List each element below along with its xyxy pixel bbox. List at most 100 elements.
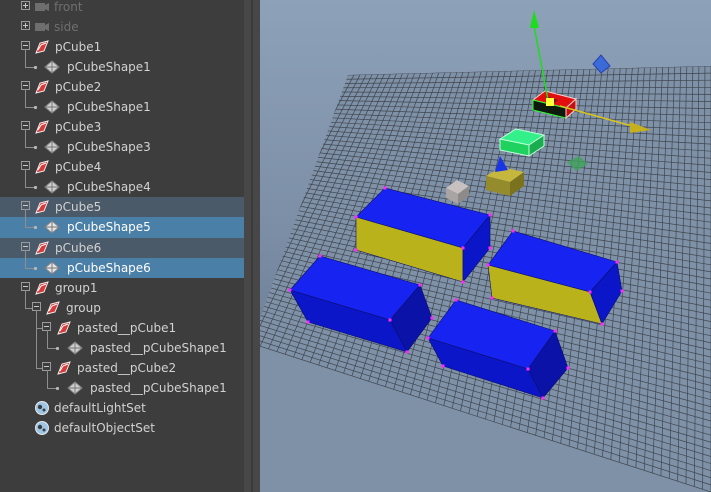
vertex-point[interactable] — [600, 322, 604, 326]
outliner-item-label: defaultLightSet — [54, 401, 146, 415]
mesh-shape-icon — [44, 180, 60, 194]
outliner-item-pcubeshape1-b[interactable]: pCubeShape1 — [0, 89, 244, 117]
vertex-point[interactable] — [566, 366, 570, 370]
mesh-shape-icon — [44, 220, 60, 234]
vertex-point[interactable] — [418, 283, 422, 287]
transform-icon — [35, 160, 49, 174]
panel-splitter[interactable] — [244, 0, 260, 492]
outliner-item-label: pasted__pCube1 — [77, 321, 177, 335]
outliner-item-label: pCube3 — [55, 120, 102, 134]
camera-icon — [35, 3, 49, 11]
outliner-item-label: pasted__pCubeShape1 — [90, 381, 227, 395]
transform-icon — [57, 361, 71, 375]
transform-icon — [35, 241, 49, 255]
outliner-item-default-light-set[interactable]: defaultLightSet — [0, 398, 244, 418]
vertex-point[interactable] — [620, 289, 624, 293]
vertex-point[interactable] — [461, 280, 465, 284]
outliner-item-pasted-pcubeshape1[interactable]: pasted__pCubeShape1 — [0, 330, 244, 358]
outliner-item-label: pCubeShape1 — [67, 60, 151, 74]
outliner-item-label: front — [54, 0, 83, 14]
vertex-point[interactable] — [541, 396, 545, 400]
vertex-point[interactable] — [588, 290, 592, 294]
set-icon — [35, 401, 49, 415]
outliner-item-label: pCube2 — [55, 80, 102, 94]
expand-toggle[interactable] — [21, 1, 30, 10]
outliner-item-side[interactable]: side — [0, 17, 244, 37]
vertex-point[interactable] — [488, 213, 492, 217]
outliner-item-label: pCubeShape1 — [67, 100, 151, 114]
outliner-item-pcubeshape4[interactable]: pCubeShape4 — [0, 169, 244, 197]
vertex-point[interactable] — [526, 367, 530, 371]
vertex-point[interactable] — [306, 320, 310, 324]
vertex-point[interactable] — [486, 263, 490, 267]
outliner-item-pcube6[interactable]: pCube6 — [0, 238, 244, 258]
outliner-item-label: group1 — [55, 281, 98, 295]
vertex-point[interactable] — [354, 215, 358, 219]
mesh-shape-icon — [44, 100, 60, 114]
outliner-item-pcubeshape1[interactable]: pCubeShape1 — [0, 49, 244, 77]
vertex-point[interactable] — [430, 316, 434, 320]
expand-toggle[interactable] — [21, 21, 30, 30]
outliner-item-pasted-pcubeshape1-b[interactable]: pasted__pCubeShape1 — [0, 370, 244, 398]
vertex-point[interactable] — [354, 248, 358, 252]
outliner-item-label: pCube5 — [55, 200, 102, 214]
outliner-item-default-object-set[interactable]: defaultObjectSet — [0, 418, 244, 438]
outliner-item-pcubeshape3[interactable]: pCubeShape3 — [0, 129, 244, 157]
outliner-item-pcubeshape5[interactable]: pCubeShape5 — [0, 209, 244, 238]
y-axis-arrow-icon[interactable] — [530, 10, 539, 28]
outliner-item-label: pCubeShape5 — [67, 220, 151, 234]
vertex-point[interactable] — [615, 260, 619, 264]
outliner-item-pcube1[interactable]: pCube1 — [0, 37, 244, 57]
group-icon — [35, 281, 49, 295]
outliner-panel: front side pCube1 pCubeShape1 pCube2 pCu… — [0, 0, 244, 492]
transform-icon — [35, 120, 49, 134]
mesh-shape-icon — [67, 381, 83, 395]
outliner-item-label: side — [54, 20, 79, 34]
outliner-item-label: pCube1 — [55, 40, 102, 54]
outliner-item-pcube4[interactable]: pCube4 — [0, 157, 244, 177]
vertex-point[interactable] — [454, 298, 458, 302]
center-handle[interactable] — [546, 98, 554, 106]
vertex-point[interactable] — [388, 318, 392, 322]
3d-viewport[interactable] — [260, 0, 711, 492]
vertex-point[interactable] — [553, 329, 557, 333]
outliner-item-pasted-pcube1[interactable]: pasted__pCube1 — [0, 310, 244, 368]
outliner-item-pasted-pcube2[interactable]: pasted__pCube2 — [0, 358, 244, 378]
transform-icon — [35, 80, 49, 94]
mesh-shape-icon — [44, 261, 60, 275]
outliner-item-pcubeshape6[interactable]: pCubeShape6 — [0, 250, 244, 278]
outliner-item-label: pasted__pCubeShape1 — [90, 341, 227, 355]
camera-icon — [35, 23, 49, 31]
outliner-item-label: pCubeShape4 — [67, 180, 151, 194]
vertex-point[interactable] — [383, 186, 387, 190]
outliner-item-label: pCube4 — [55, 160, 102, 174]
vertex-point[interactable] — [288, 288, 292, 292]
vertex-point[interactable] — [488, 246, 492, 250]
outliner-item-label: pCube6 — [55, 241, 102, 255]
transform-icon — [35, 200, 49, 214]
outliner-item-label: group — [66, 301, 101, 315]
group-icon — [46, 301, 60, 315]
transform-icon — [57, 321, 71, 335]
transform-icon — [35, 40, 49, 54]
vertex-point[interactable] — [318, 254, 322, 258]
vertex-point[interactable] — [461, 246, 465, 250]
vertex-point[interactable] — [490, 296, 494, 300]
outliner-item-label: defaultObjectSet — [54, 421, 156, 435]
outliner-item-pcube5[interactable]: pCube5 — [0, 197, 244, 217]
vertex-point[interactable] — [441, 364, 445, 368]
outliner-item-label: pCubeShape6 — [67, 261, 151, 275]
outliner-item-front[interactable]: front — [0, 0, 244, 17]
outliner-item-pcube2[interactable]: pCube2 — [0, 77, 244, 97]
outliner-item-pcube3[interactable]: pCube3 — [0, 117, 244, 137]
set-icon — [35, 421, 49, 435]
outliner-item-label: pCubeShape3 — [67, 140, 151, 154]
vertex-point[interactable] — [405, 350, 409, 354]
mesh-shape-icon — [44, 60, 60, 74]
viewport-scene[interactable] — [260, 0, 711, 492]
mesh-shape-icon — [44, 140, 60, 154]
vertex-point[interactable] — [426, 336, 430, 340]
mesh-shape-icon — [67, 341, 83, 355]
outliner-item-group1[interactable]: group1 — [0, 278, 244, 298]
vertex-point[interactable] — [511, 229, 515, 233]
